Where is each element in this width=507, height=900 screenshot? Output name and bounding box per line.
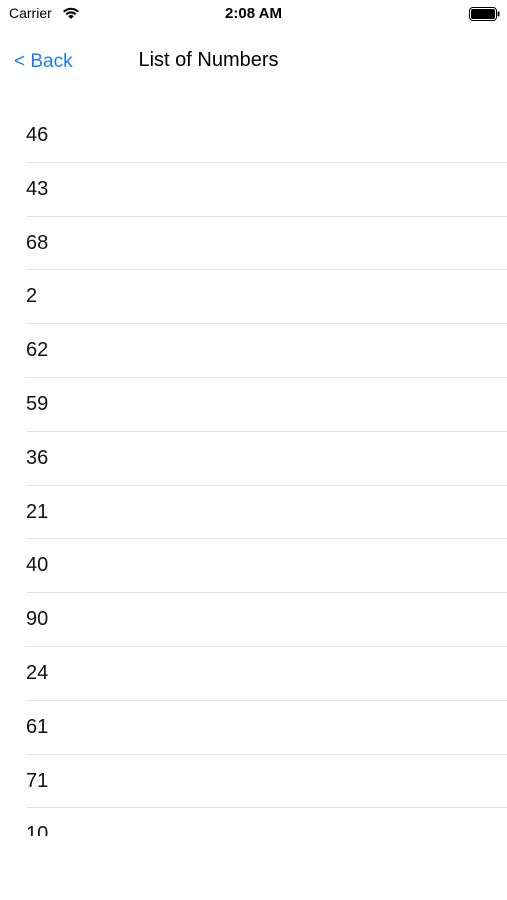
list-item[interactable]: 46 (26, 109, 507, 163)
list-item[interactable]: 40 (26, 539, 507, 594)
navigation-bar: < Back List of Numbers (0, 28, 507, 92)
list-item-label: 40 (26, 554, 49, 577)
list-item[interactable]: 21 (26, 486, 507, 540)
list-item[interactable]: 90 (26, 593, 507, 647)
list-item[interactable]: 2 (26, 270, 507, 325)
list-item[interactable]: 62 (26, 324, 507, 378)
list-item[interactable]: 59 (26, 378, 507, 432)
list-item-label: 59 (26, 392, 49, 415)
list-item-label: 62 (26, 339, 49, 362)
list-item[interactable]: 24 (26, 647, 507, 701)
list-item[interactable]: 43 (26, 163, 507, 217)
numbers-list[interactable]: 46 43 68 2 62 59 36 21 40 90 24 61 71 10 (0, 109, 507, 836)
battery-icon (469, 7, 501, 21)
list-item-label: 24 (26, 661, 49, 684)
list-item[interactable]: 61 (26, 701, 507, 755)
list-item[interactable]: 10 (26, 808, 507, 836)
list-item-label: 21 (26, 500, 49, 523)
list: 46 43 68 2 62 59 36 21 40 90 24 61 71 10 (0, 109, 507, 836)
status-bar: Carrier 2:08 AM (0, 0, 507, 28)
list-item[interactable]: 36 (26, 432, 507, 486)
list-item[interactable]: 68 (26, 217, 507, 271)
status-time: 2:08 AM (225, 5, 282, 22)
list-item-label: 90 (26, 608, 49, 631)
list-item[interactable]: 71 (26, 755, 507, 809)
list-item-label: 61 (26, 715, 49, 738)
list-item-label: 10 (26, 823, 49, 836)
list-item-label: 46 (26, 124, 49, 146)
list-item-label: 2 (26, 285, 38, 308)
list-item-label: 68 (26, 231, 49, 254)
list-item-label: 71 (26, 769, 49, 792)
list-item-label: 36 (26, 446, 49, 469)
page-title: List of Numbers (138, 49, 279, 71)
list-item-label: 43 (26, 177, 49, 200)
